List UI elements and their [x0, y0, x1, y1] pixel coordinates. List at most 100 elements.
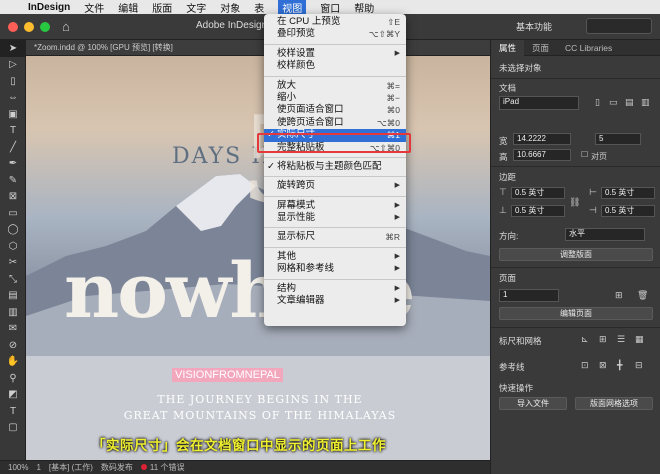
facing-pages-checkbox[interactable]: ☐	[581, 150, 588, 159]
type-tool-icon[interactable]: T	[0, 123, 26, 140]
tab-cc-libraries[interactable]: CC Libraries	[557, 40, 620, 56]
view-menu-item[interactable]: 实际尺寸 ⌘1	[264, 129, 406, 142]
content-collector-icon[interactable]: ▣	[0, 106, 26, 123]
screen-mode-icon[interactable]: ▢	[0, 420, 26, 437]
view-menu-item[interactable]: 其他 ▶	[264, 251, 406, 263]
note-tool-icon[interactable]: ✉	[0, 321, 26, 338]
gap-tool-icon[interactable]: ⇔	[0, 90, 26, 107]
delete-page-icon[interactable]: 🗑	[637, 290, 648, 301]
doc-icon[interactable]: ▤	[625, 97, 634, 108]
view-menu-item[interactable]: 显示标尺 ⌘R	[264, 231, 406, 243]
page-number[interactable]: 1	[36, 463, 40, 472]
close-window-button[interactable]	[8, 21, 18, 32]
gradient-feather-icon[interactable]: ▥	[0, 304, 26, 321]
selection-tool-icon[interactable]: ➤	[0, 40, 26, 57]
landscape-icon[interactable]: ▭	[609, 97, 618, 108]
view-menu-item[interactable]: 叠印预览 ⌥⇧⌘Y	[264, 28, 406, 40]
line-tool-icon[interactable]: ╱	[0, 139, 26, 156]
guides-show-icon[interactable]: ⊡	[581, 360, 589, 371]
orientation-select[interactable]: 水平	[565, 228, 645, 241]
portrait-icon[interactable]: ▯	[595, 97, 600, 108]
polygon-tool-icon[interactable]: ⬡	[0, 238, 26, 255]
view-menu-item[interactable]: 使页面适合窗口 ⌘0	[264, 104, 406, 116]
ruler-icon[interactable]: ⊾	[581, 334, 589, 345]
document-label: 文档	[499, 83, 517, 93]
guides-snap-icon[interactable]: ⊟	[635, 360, 643, 371]
rectangle-tool-icon[interactable]: ▭	[0, 205, 26, 222]
width-field[interactable]: 14.2222	[513, 133, 571, 145]
margin-outside-field[interactable]: 0.5 英寸	[601, 205, 655, 217]
direct-selection-tool-icon[interactable]: ▷	[0, 57, 26, 74]
zoom-level[interactable]: 100%	[8, 463, 28, 472]
page-tool-icon[interactable]: ▯	[0, 73, 26, 90]
menu-edit[interactable]: 编辑	[118, 0, 138, 15]
tab-pages[interactable]: 页面	[524, 40, 557, 56]
view-menu-item[interactable]: 将粘贴板与主题颜色匹配	[264, 161, 406, 174]
tab-properties[interactable]: 属性	[491, 39, 525, 56]
ellipse-tool-icon[interactable]: ◯	[0, 222, 26, 239]
home-icon[interactable]: ⌂	[62, 19, 70, 34]
baseline-grid-icon[interactable]: ☰	[617, 334, 625, 345]
edit-page-button[interactable]: 编辑页面	[499, 307, 653, 320]
add-page-icon[interactable]: ⊞	[615, 290, 623, 301]
view-menu-item[interactable]: 使跨页适合窗口 ⌥⌘0	[264, 117, 406, 129]
menu-view[interactable]: 视图	[278, 0, 307, 15]
document-tab[interactable]: *Zoom.indd @ 100% [GPU 预览] [转换]	[26, 42, 181, 53]
zoom-tool-icon[interactable]: ⚲	[0, 370, 26, 387]
preset-select[interactable]: iPad	[499, 96, 579, 110]
link-icon[interactable]: ⛓	[569, 197, 580, 208]
menu-type[interactable]: 文字	[186, 0, 206, 15]
apply-color-icon[interactable]: T	[0, 403, 26, 420]
guides-lock-icon[interactable]: ⊠	[599, 360, 607, 371]
search-input[interactable]	[586, 18, 652, 34]
zoom-window-button[interactable]	[40, 21, 50, 32]
hand-tool-icon[interactable]: ✋	[0, 354, 26, 371]
frame-tool-icon[interactable]: ⊠	[0, 189, 26, 206]
view-menu-item[interactable]: 完整粘贴板 ⌥⇧⌘0	[264, 142, 406, 154]
menu-help[interactable]: 帮助	[354, 0, 374, 15]
view-menu-item[interactable]: 在 CPU 上预览 ⇧E	[264, 16, 406, 28]
view-menu-item[interactable]: 屏幕模式 ▶	[264, 200, 406, 212]
preflight-mode[interactable]: 数码发布	[101, 462, 133, 473]
view-menu-item[interactable]: 文章编辑器 ▶	[264, 295, 406, 307]
grid-icon[interactable]: ⊞	[599, 334, 607, 345]
scissors-tool-icon[interactable]: ✂	[0, 255, 26, 272]
fill-stroke-icon[interactable]: ◩	[0, 387, 26, 404]
margin-inside-field[interactable]: 0.5 英寸	[601, 187, 655, 199]
smart-guides-icon[interactable]: ╋	[617, 360, 622, 371]
view-menu-item[interactable]: 网格和参考线 ▶	[264, 263, 406, 275]
margin-bottom-field[interactable]: 0.5 英寸	[511, 205, 565, 217]
height-field[interactable]: 10.6667	[513, 149, 571, 161]
menu-layout[interactable]: 版面	[152, 0, 172, 15]
eyedropper-tool-icon[interactable]: ⊘	[0, 337, 26, 354]
pencil-tool-icon[interactable]: ✎	[0, 172, 26, 189]
pages-field[interactable]: 5	[595, 133, 641, 145]
free-transform-tool-icon[interactable]: ⤡	[0, 271, 26, 288]
pen-tool-icon[interactable]: ✒	[0, 156, 26, 173]
menu-object[interactable]: 对象	[220, 0, 240, 15]
document-canvas[interactable]: DAYS IN 5 nowhere VISIONFROMNEPAL THE JO…	[26, 56, 490, 460]
menu-file[interactable]: 文件	[84, 0, 104, 15]
layout-grid-icon[interactable]: ▦	[635, 334, 644, 345]
menu-window[interactable]: 窗口	[320, 0, 340, 15]
mobile-icon[interactable]: ▥	[641, 97, 650, 108]
menu-table[interactable]: 表	[254, 0, 264, 15]
margin-top-field[interactable]: 0.5 英寸	[511, 187, 565, 199]
preflight-profile[interactable]: [基本] (工作)	[49, 462, 93, 473]
view-menu-item[interactable]: 旋转跨页 ▶	[264, 180, 406, 192]
error-count[interactable]: 11 个错误	[141, 462, 185, 473]
page-select[interactable]: 1	[499, 289, 559, 302]
app-menu[interactable]: InDesign	[28, 2, 70, 13]
gradient-tool-icon[interactable]: ▤	[0, 288, 26, 305]
workspace-switcher[interactable]: 基本功能	[516, 20, 552, 33]
adjust-layout-button[interactable]: 调整版面	[499, 248, 653, 261]
view-menu-item[interactable]: 校样设置 ▶	[264, 48, 406, 60]
view-menu-item[interactable]: 显示性能 ▶	[264, 212, 406, 224]
view-menu-item[interactable]: 结构 ▶	[264, 283, 406, 295]
grid-options-button[interactable]: 版面网格选项	[575, 397, 653, 410]
import-file-button[interactable]: 导入文件	[499, 397, 567, 410]
view-menu-item[interactable]: 放大 ⌘=	[264, 80, 406, 92]
view-menu-item[interactable]: 校样颜色	[264, 60, 406, 72]
minimize-window-button[interactable]	[24, 21, 34, 32]
view-menu-item[interactable]: 缩小 ⌘−	[264, 92, 406, 104]
